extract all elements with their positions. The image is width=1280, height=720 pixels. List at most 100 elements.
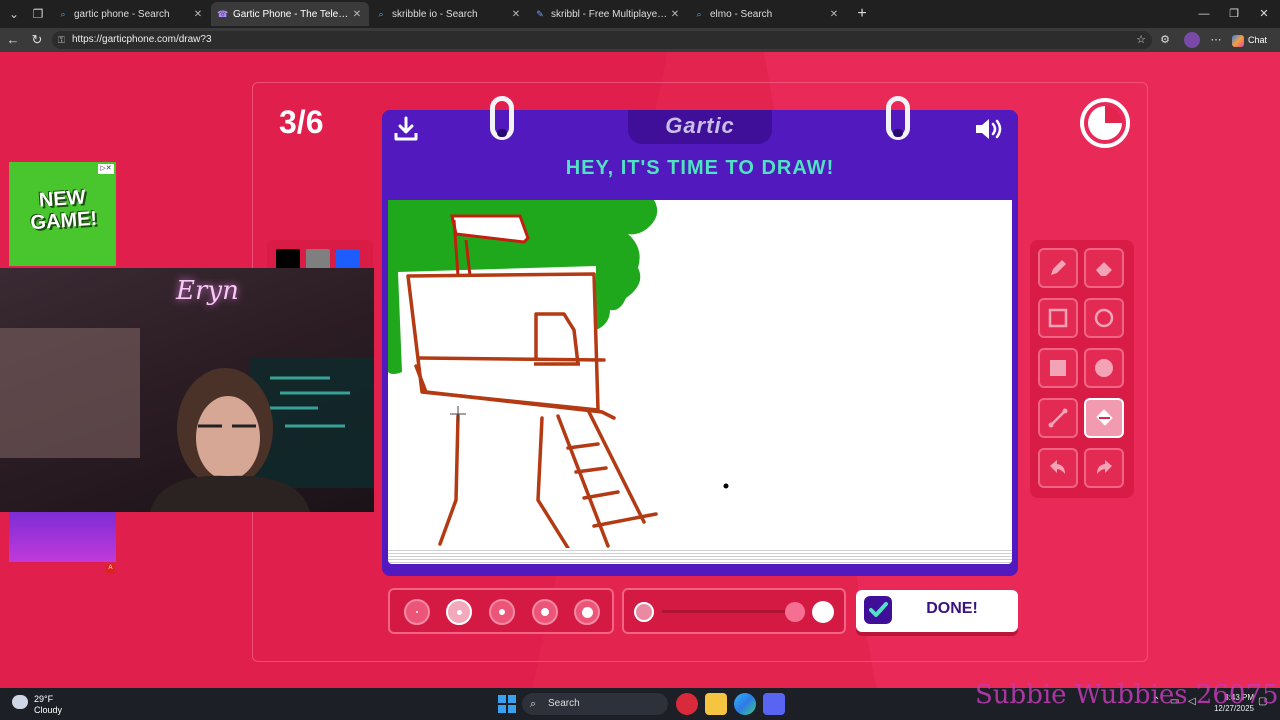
close-window-icon[interactable]: ✕ <box>1254 4 1274 24</box>
opacity-slider-track[interactable] <box>662 610 792 613</box>
close-tab-icon[interactable]: ✕ <box>192 9 204 20</box>
workspaces-icon[interactable]: ❐ <box>28 4 48 24</box>
treehouse-leg-left <box>438 414 460 546</box>
neon-sign: Eryn <box>176 276 239 306</box>
tab-title: skribbl - Free Multiplayer Drawing <box>551 8 669 20</box>
ellipse-fill-icon <box>1095 359 1113 377</box>
url-field[interactable]: ⚿ https://garticphone.com/draw?3 <box>52 31 1152 49</box>
tab-gartic-phone[interactable]: ☎ Gartic Phone - The Telephone Game ✕ <box>211 2 369 26</box>
drawing-layer <box>388 200 729 548</box>
ring-hole <box>497 129 507 137</box>
tab-title: elmo - Search <box>710 8 773 20</box>
size-dot <box>416 611 418 613</box>
close-tab-icon[interactable]: ✕ <box>828 9 840 20</box>
brush-size-5[interactable] <box>574 599 600 625</box>
rectangle-fill-icon <box>1050 360 1066 376</box>
search-favicon-icon: ⌕ <box>378 9 384 19</box>
ellipse-outline-tool-button[interactable] <box>1084 298 1124 338</box>
close-tab-icon[interactable]: ✕ <box>510 9 522 20</box>
back-icon[interactable]: ← <box>4 31 22 49</box>
undo-icon <box>1050 460 1065 474</box>
fill-bucket-icon <box>1096 409 1113 426</box>
url-text: https://garticphone.com/draw?3 <box>72 34 212 45</box>
ad-text: NEW GAME! <box>29 186 98 235</box>
opacity-min-icon <box>634 602 654 622</box>
fill-bucket-tool-button[interactable] <box>1084 398 1124 438</box>
color-swatch-gray[interactable] <box>306 249 330 269</box>
more-menu-icon[interactable]: ⋯ <box>1208 32 1224 48</box>
advertisement-new-game[interactable]: ▷✕ NEW GAME! <box>9 162 116 266</box>
tab-actions-icon[interactable]: ⌄ <box>4 4 24 24</box>
tab-title: gartic phone - Search <box>74 8 170 20</box>
redo-icon <box>1097 460 1112 474</box>
eraser-icon <box>1096 262 1112 276</box>
stream-watermark: Subbie Wubbies 26075 <box>975 680 1279 710</box>
ad-choices-icon[interactable]: ▷✕ <box>98 164 114 174</box>
eraser-tool-button[interactable] <box>1084 248 1124 288</box>
size-dot <box>581 606 593 618</box>
weather-cloudy-icon <box>12 695 28 709</box>
drawing-canvas[interactable] <box>388 200 1012 548</box>
download-icon[interactable] <box>394 116 418 142</box>
ad-flag-icon[interactable]: A <box>106 564 115 573</box>
rectangle-fill-tool-button[interactable] <box>1038 348 1078 388</box>
tool-panel <box>1030 240 1134 498</box>
color-swatch-black[interactable] <box>276 249 300 269</box>
file-explorer-icon[interactable] <box>705 693 727 715</box>
size-dot <box>541 608 549 616</box>
brush-size-2[interactable] <box>446 599 472 625</box>
tab-gartic-search[interactable]: ⌕ gartic phone - Search ✕ <box>52 2 210 26</box>
color-swatch-blue[interactable] <box>336 249 360 269</box>
treehouse-leg-right <box>536 416 570 548</box>
advertisement-purple[interactable] <box>9 510 116 562</box>
gartic-logo: Gartic <box>665 113 735 138</box>
new-tab-button[interactable]: + <box>852 4 872 24</box>
minimize-icon[interactable]: — <box>1194 4 1214 24</box>
opacity-max-icon <box>812 601 834 623</box>
media-app-icon[interactable] <box>676 693 698 715</box>
ellipse-fill-tool-button[interactable] <box>1084 348 1124 388</box>
favorite-star-icon[interactable]: ☆ <box>1133 32 1149 48</box>
round-counter: 3/6 <box>279 104 324 140</box>
refresh-icon[interactable]: ↻ <box>28 31 46 49</box>
close-tab-icon[interactable]: ✕ <box>351 9 363 20</box>
site-info-icon[interactable]: ⚿ <box>58 31 65 49</box>
edge-browser-icon[interactable] <box>734 693 756 715</box>
copilot-chat-button[interactable]: Chat <box>1232 31 1276 49</box>
done-button[interactable]: DONE! <box>856 590 1018 632</box>
skribbl-favicon-icon: ✎ <box>536 9 544 19</box>
tab-skribble-search[interactable]: ⌕ skribble io - Search ✕ <box>370 2 528 26</box>
brush-size-3[interactable] <box>489 599 515 625</box>
opacity-slider-handle[interactable] <box>785 602 805 622</box>
ladder-rail-right <box>586 408 646 524</box>
line-icon <box>1048 408 1068 428</box>
pencil-tool-button[interactable] <box>1038 248 1078 288</box>
rectangle-outline-tool-button[interactable] <box>1038 298 1078 338</box>
redo-button[interactable] <box>1084 448 1124 488</box>
discord-icon[interactable] <box>763 693 785 715</box>
undo-button[interactable] <box>1038 448 1078 488</box>
treehouse-box <box>406 272 600 412</box>
weather-widget[interactable]: 29°F Cloudy <box>12 691 82 717</box>
extensions-icon[interactable]: ⚙ <box>1157 32 1173 48</box>
brush-size-4[interactable] <box>532 599 558 625</box>
close-tab-icon[interactable]: ✕ <box>669 9 681 20</box>
tab-title: Gartic Phone - The Telephone Game <box>233 8 351 20</box>
size-dot <box>499 609 505 615</box>
restore-icon[interactable]: ❐ <box>1224 4 1244 24</box>
temperature-text: 29°F <box>34 694 54 704</box>
draw-prompt-title: HEY, IT'S TIME TO DRAW! <box>565 157 835 179</box>
taskbar-search[interactable]: ⌕ Search <box>522 693 668 715</box>
tab-skribbl[interactable]: ✎ skribbl - Free Multiplayer Drawing ✕ <box>529 2 687 26</box>
line-tool-button[interactable] <box>1038 398 1078 438</box>
search-favicon-icon: ⌕ <box>60 9 66 19</box>
gartic-favicon-icon: ☎ <box>217 9 229 19</box>
start-icon[interactable] <box>496 693 518 715</box>
search-icon: ⌕ <box>530 698 537 710</box>
brush-size-1[interactable] <box>404 599 430 625</box>
profile-avatar[interactable] <box>1184 32 1200 48</box>
rectangle-outline-icon <box>1048 308 1068 328</box>
size-dot <box>456 609 462 615</box>
sound-icon[interactable] <box>974 116 1006 142</box>
tab-elmo-search[interactable]: ⌕ elmo - Search ✕ <box>688 2 846 26</box>
